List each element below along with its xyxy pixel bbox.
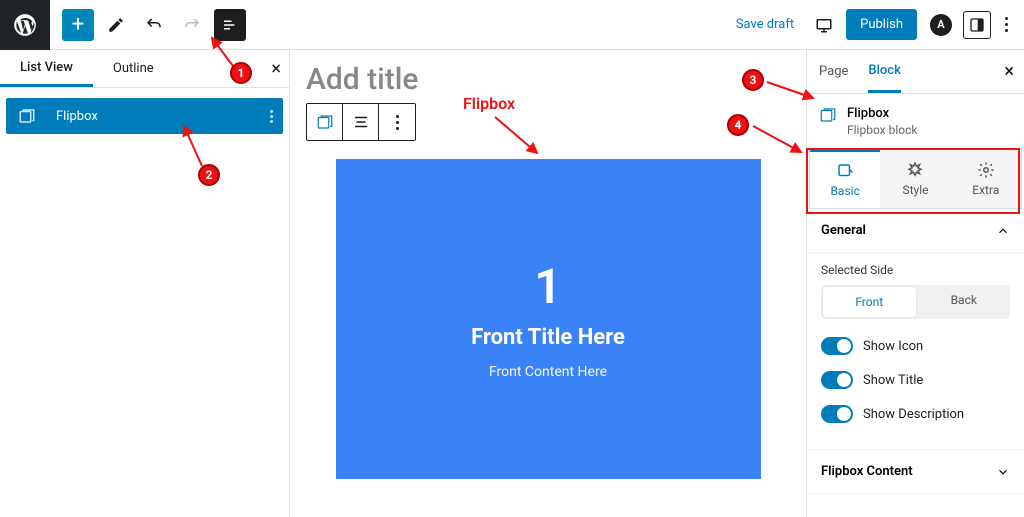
list-view-item-flipbox[interactable]: Flipbox (6, 98, 283, 134)
section-general[interactable]: General (807, 209, 1024, 253)
block-name: Flipbox (847, 106, 917, 121)
toggle-show-desc-row: Show Description (821, 405, 1010, 423)
editor-canvas: Add title 1 Front Title Here Front Conte… (290, 50, 806, 517)
tab-list-view[interactable]: List View (0, 50, 93, 87)
sub-tab-extra[interactable]: Extra (951, 150, 1021, 208)
sub-tab-style[interactable]: Style (880, 150, 950, 208)
list-item-label: Flipbox (56, 109, 98, 124)
style-icon (906, 161, 924, 179)
left-tabs: List View Outline × (0, 50, 289, 88)
basic-icon (836, 162, 854, 180)
selected-side-label: Selected Side (821, 263, 1010, 277)
flipbox-number: 1 (534, 258, 561, 315)
tab-outline[interactable]: Outline (93, 50, 174, 87)
panel-general-body: Selected Side Front Back Show Icon Show … (807, 253, 1024, 449)
more-options-icon[interactable] (999, 11, 1014, 38)
add-block-button[interactable]: + (62, 9, 94, 41)
post-title-input[interactable]: Add title (306, 62, 796, 97)
flipbox-block-icon (819, 106, 837, 128)
sidebar-toggle-icon[interactable] (963, 11, 991, 39)
section-flipbox-content[interactable]: Flipbox Content (807, 449, 1024, 494)
close-icon[interactable]: × (1004, 61, 1014, 82)
save-draft-link[interactable]: Save draft (736, 17, 794, 32)
flipbox-content: Front Content Here (489, 364, 607, 380)
close-icon[interactable]: × (271, 58, 281, 79)
list-view-toggle-icon[interactable] (214, 9, 246, 41)
list-item-more-icon[interactable] (270, 110, 273, 123)
flipbox-title: Front Title Here (471, 325, 625, 350)
toggle-show-title-row: Show Title (821, 371, 1010, 389)
align-icon[interactable] (343, 104, 379, 140)
left-sidebar: List View Outline × Flipbox (0, 50, 290, 517)
side-segment: Front Back (821, 285, 1010, 319)
toggle-show-description[interactable] (821, 405, 853, 423)
publish-button[interactable]: Publish (846, 9, 917, 40)
chevron-down-icon (996, 465, 1010, 479)
theme-icon[interactable]: A (927, 11, 955, 39)
right-tabs: Page Block × (807, 50, 1024, 94)
tab-block[interactable]: Block (868, 50, 900, 93)
side-front[interactable]: Front (823, 287, 916, 317)
block-type-icon[interactable] (307, 104, 343, 140)
side-back[interactable]: Back (918, 285, 1011, 319)
toggle-show-icon[interactable] (821, 337, 853, 355)
flipbox-front-face[interactable]: 1 Front Title Here Front Content Here (336, 159, 761, 479)
block-more-icon[interactable] (379, 104, 415, 140)
toggle-show-icon-row: Show Icon (821, 337, 1010, 355)
block-info: Flipbox Flipbox block (807, 94, 1024, 149)
wordpress-logo[interactable] (0, 0, 50, 50)
block-toolbar (306, 103, 416, 141)
gear-icon (977, 161, 995, 179)
preview-icon[interactable] (810, 11, 838, 39)
toggle-show-title[interactable] (821, 371, 853, 389)
tab-page[interactable]: Page (819, 50, 848, 93)
sub-tab-basic[interactable]: Basic (810, 150, 880, 208)
flipbox-block-icon (18, 107, 36, 125)
block-description: Flipbox block (847, 123, 917, 137)
top-toolbar: + Save draft Publish A (0, 0, 1024, 50)
main-layout: List View Outline × Flipbox Add title 1 … (0, 50, 1024, 517)
undo-icon[interactable] (138, 9, 170, 41)
chevron-up-icon (996, 224, 1010, 238)
right-sidebar: Page Block × Flipbox Flipbox block Basic… (806, 50, 1024, 517)
edit-icon[interactable] (100, 9, 132, 41)
redo-icon[interactable] (176, 9, 208, 41)
inspector-sub-tabs: Basic Style Extra (809, 149, 1022, 209)
